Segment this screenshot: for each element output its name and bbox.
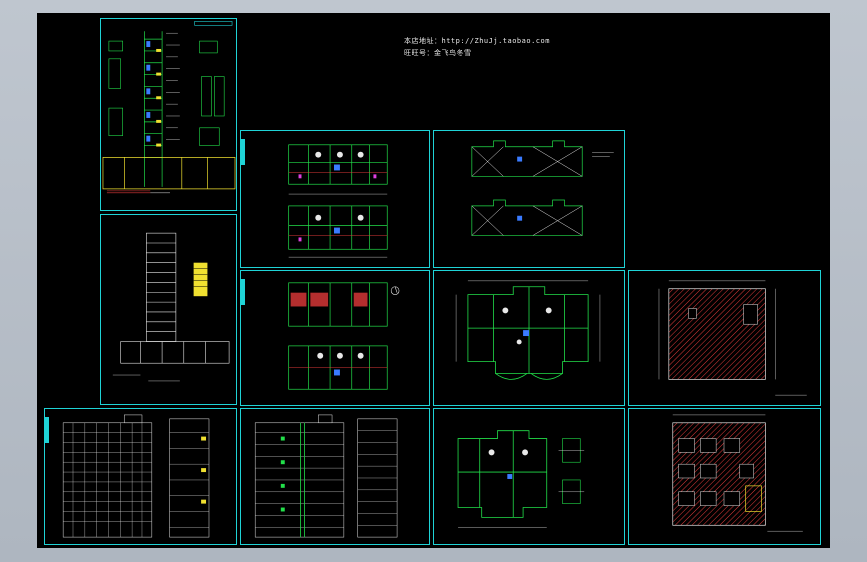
sheet-basement-plan[interactable] [628,270,821,406]
ground-floor-plan-icon [672,414,803,532]
basement-plan-icon [658,280,807,396]
store-info: 本店地址：http://ZhuJj.taobao.com 旺旺号：金飞鸟冬雪 [404,35,550,59]
sheet-floor-plans-lower[interactable] [240,270,430,406]
floor-plan-icon [288,144,388,258]
cad-model-space[interactable]: 本店地址：http://ZhuJj.taobao.com 旺旺号：金飞鸟冬雪 [37,13,830,548]
wall-section-detail-icon [102,21,236,194]
unit-plan-icon [455,280,601,380]
sheet-unit-plan[interactable] [433,270,625,406]
sheet-elevation-side[interactable] [240,408,430,545]
sheet-unit-plan-detail[interactable] [433,408,625,545]
elevation-icon [62,414,210,538]
unit-plan-icon [457,430,585,528]
building-section-icon [112,232,230,382]
sheet-floor-plans-upper[interactable] [240,130,430,268]
sheet-roof-plans[interactable] [433,130,625,268]
roof-plan-icon [471,140,614,236]
sheet-ground-floor-plan[interactable] [628,408,821,545]
sheet-wall-section[interactable] [100,18,237,211]
sheet-building-section[interactable] [100,214,237,405]
elevation-icon [254,414,398,538]
store-contact-text: 旺旺号：金飞鸟冬雪 [404,49,472,57]
floor-plan-icon [288,282,400,390]
sheet-elevation-front[interactable] [44,408,237,545]
store-address-text: 本店地址：http://ZhuJj.taobao.com [404,37,550,45]
